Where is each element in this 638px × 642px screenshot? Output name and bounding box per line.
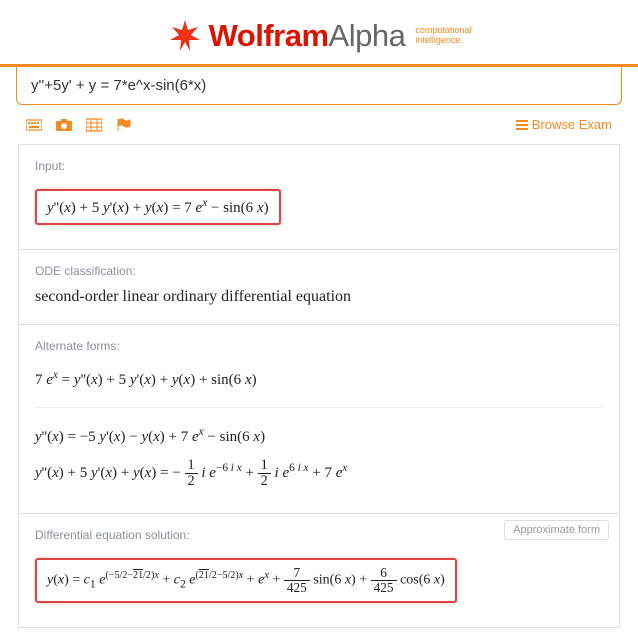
search-bar[interactable] <box>16 67 622 105</box>
logo-tagline: computational intelligence. <box>415 26 471 46</box>
approximate-form-button[interactable]: Approximate form <box>504 520 609 540</box>
search-input[interactable] <box>31 77 607 94</box>
results-container: Input: y''(x) + 5 y'(x) + y(x) = 7 ex − … <box>18 144 620 628</box>
logo-text: WolframAlpha <box>209 18 406 54</box>
wolfram-logo-icon <box>167 18 203 54</box>
browse-examples-link[interactable]: Browse Exam <box>516 117 612 132</box>
alt-form-1: 7 ex = y''(x) + 5 y'(x) + y(x) + sin(6 x… <box>35 363 603 395</box>
search-container <box>0 64 638 105</box>
camera-icon[interactable] <box>56 118 72 132</box>
pod-title: Input: <box>35 159 603 173</box>
keyboard-icon[interactable] <box>26 118 42 132</box>
pod-title: ODE classification: <box>35 264 603 278</box>
classification-text: second-order linear ordinary differentia… <box>35 288 603 306</box>
menu-icon <box>516 120 528 130</box>
grid-icon[interactable] <box>86 118 102 132</box>
toolbar: Browse Exam <box>0 105 638 144</box>
pod-solution: Approximate form Differential equation s… <box>19 514 619 627</box>
flag-icon[interactable] <box>116 118 132 132</box>
pod-classification: ODE classification: second-order linear … <box>19 250 619 325</box>
alt-form-3: y''(x) + 5 y'(x) + y(x) = − 12 i e−6 i x… <box>35 452 603 495</box>
solution-formula: y(x) = c1 e(−5/2−21/2)x + c2 e(21/2−5/2)… <box>35 558 457 603</box>
pod-title: Alternate forms: <box>35 339 603 353</box>
pod-alternate-forms: Alternate forms: 7 ex = y''(x) + 5 y'(x)… <box>19 325 619 514</box>
input-formula: y''(x) + 5 y'(x) + y(x) = 7 ex − sin(6 x… <box>35 189 281 225</box>
alt-form-2: y''(x) = −5 y'(x) − y(x) + 7 ex − sin(6 … <box>35 420 603 452</box>
pod-input: Input: y''(x) + 5 y'(x) + y(x) = 7 ex − … <box>19 145 619 250</box>
header: WolframAlpha computational intelligence. <box>0 0 638 64</box>
